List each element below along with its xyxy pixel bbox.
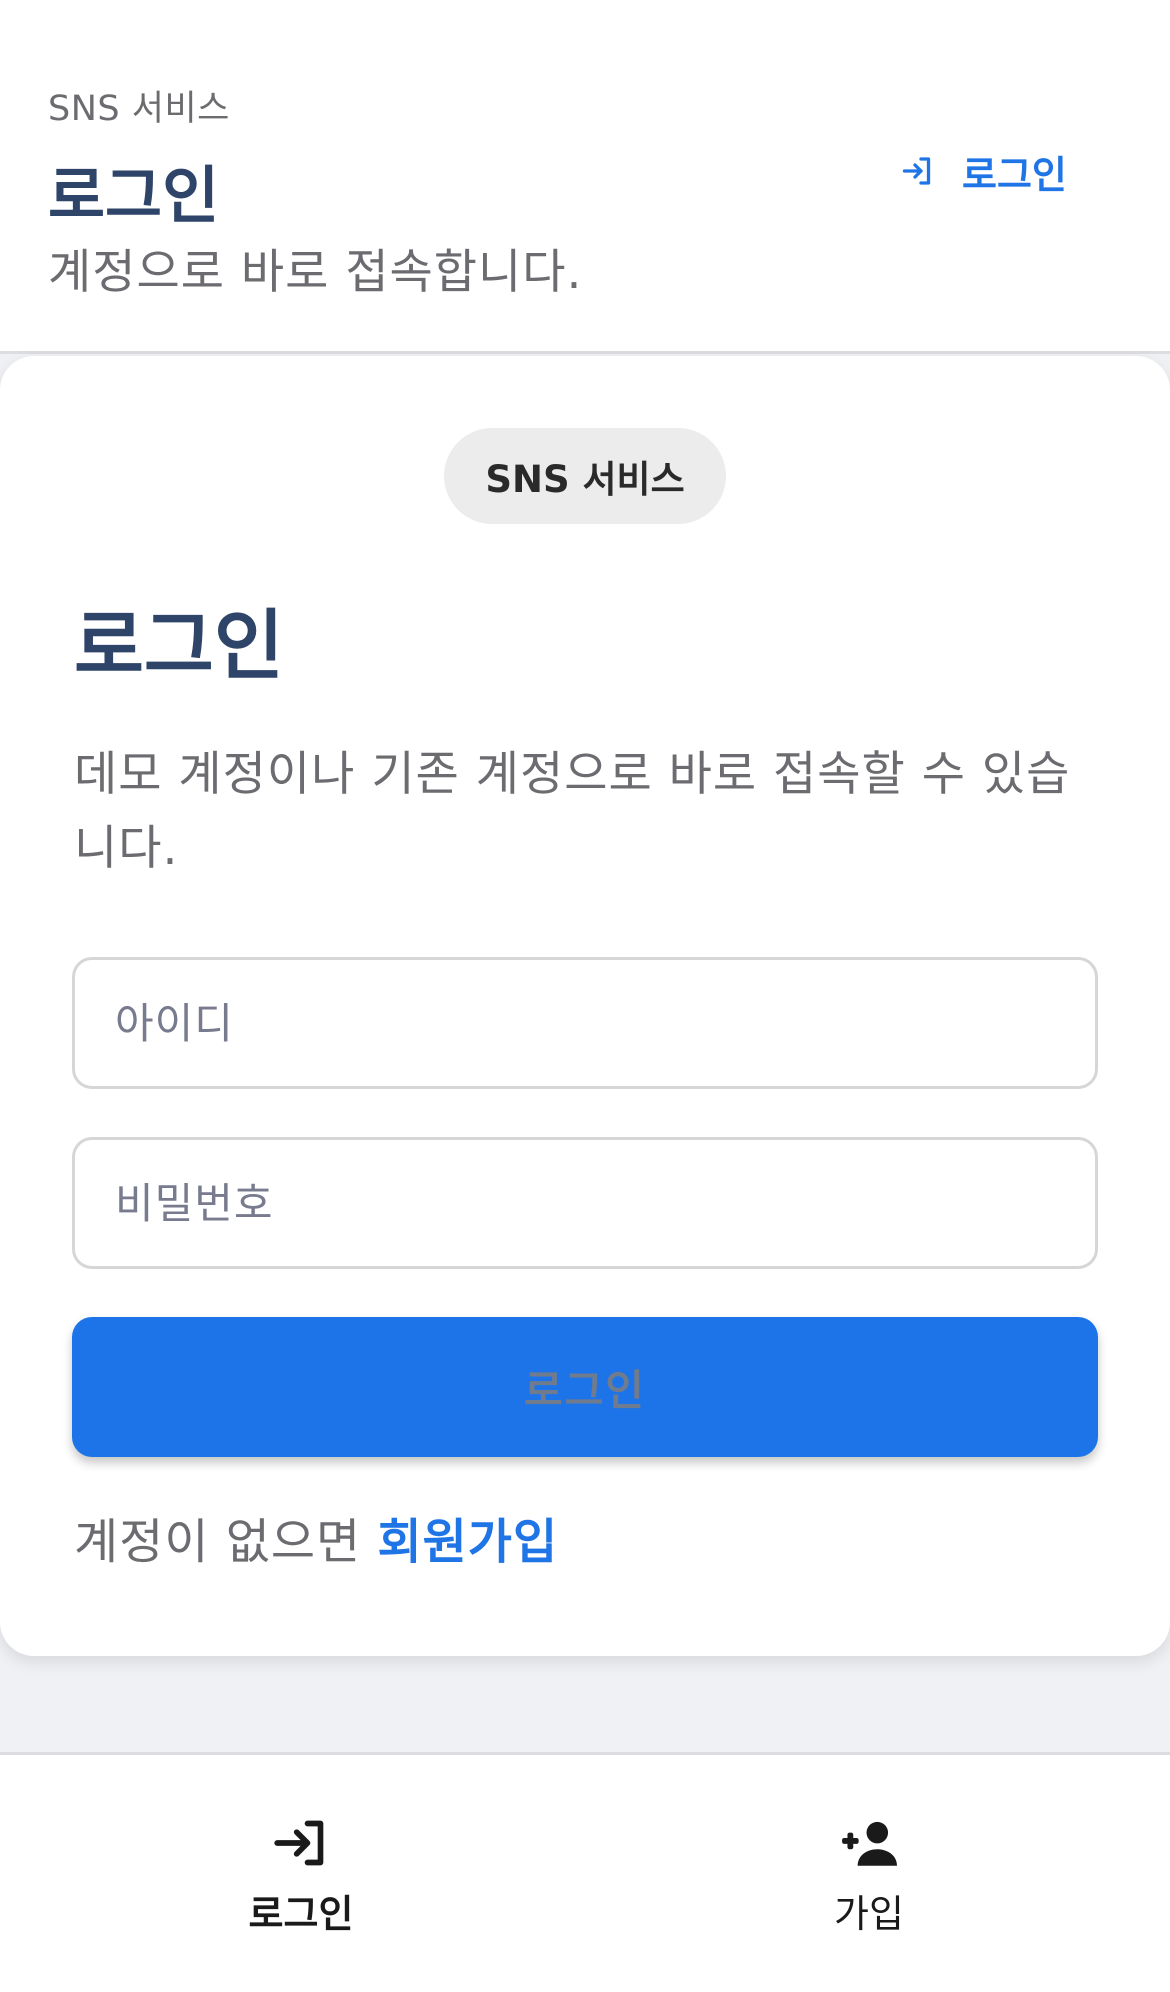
header-title: 로그인 <box>48 159 220 232</box>
header-service-name: SNS 서비스 <box>48 89 230 129</box>
nav-item-login[interactable]: 로그인 <box>201 1817 401 1938</box>
header-subtitle: 계정으로 바로 접속합니다. <box>48 245 583 300</box>
top-header: SNS 서비스 로그인 계정으로 바로 접속합니다. 로그인 <box>0 0 1170 354</box>
nav-label-signup: 가입 <box>834 1892 904 1936</box>
signup-prompt: 계정이 없으면 회원가입 <box>74 1502 558 1572</box>
login-submit-button[interactable]: 로그인 <box>72 1317 1098 1457</box>
bottom-navigation: 로그인 가입 <box>0 1752 1170 1992</box>
nav-label-login: 로그인 <box>248 1892 354 1936</box>
card-title: 로그인 <box>74 601 284 690</box>
username-input[interactable] <box>72 957 1098 1089</box>
password-input[interactable] <box>72 1137 1098 1269</box>
person-add-icon <box>842 1821 897 1866</box>
login-icon <box>902 157 931 185</box>
service-badge: SNS 서비스 <box>444 428 726 524</box>
header-login-label: 로그인 <box>962 152 1067 197</box>
header-login-link[interactable]: 로그인 <box>900 146 1067 197</box>
card-description: 데모 계정이나 기존 계정으로 바로 접속할 수 있습니다. <box>74 747 1071 876</box>
nav-item-signup[interactable]: 가입 <box>769 1817 969 1938</box>
signup-prompt-text: 계정이 없으면 <box>74 1514 362 1570</box>
signup-link[interactable]: 회원가입 <box>377 1514 558 1570</box>
login-card: SNS 서비스 로그인 데모 계정이나 기존 계정으로 바로 접속할 수 있습니… <box>0 356 1170 1656</box>
login-icon <box>274 1820 324 1866</box>
